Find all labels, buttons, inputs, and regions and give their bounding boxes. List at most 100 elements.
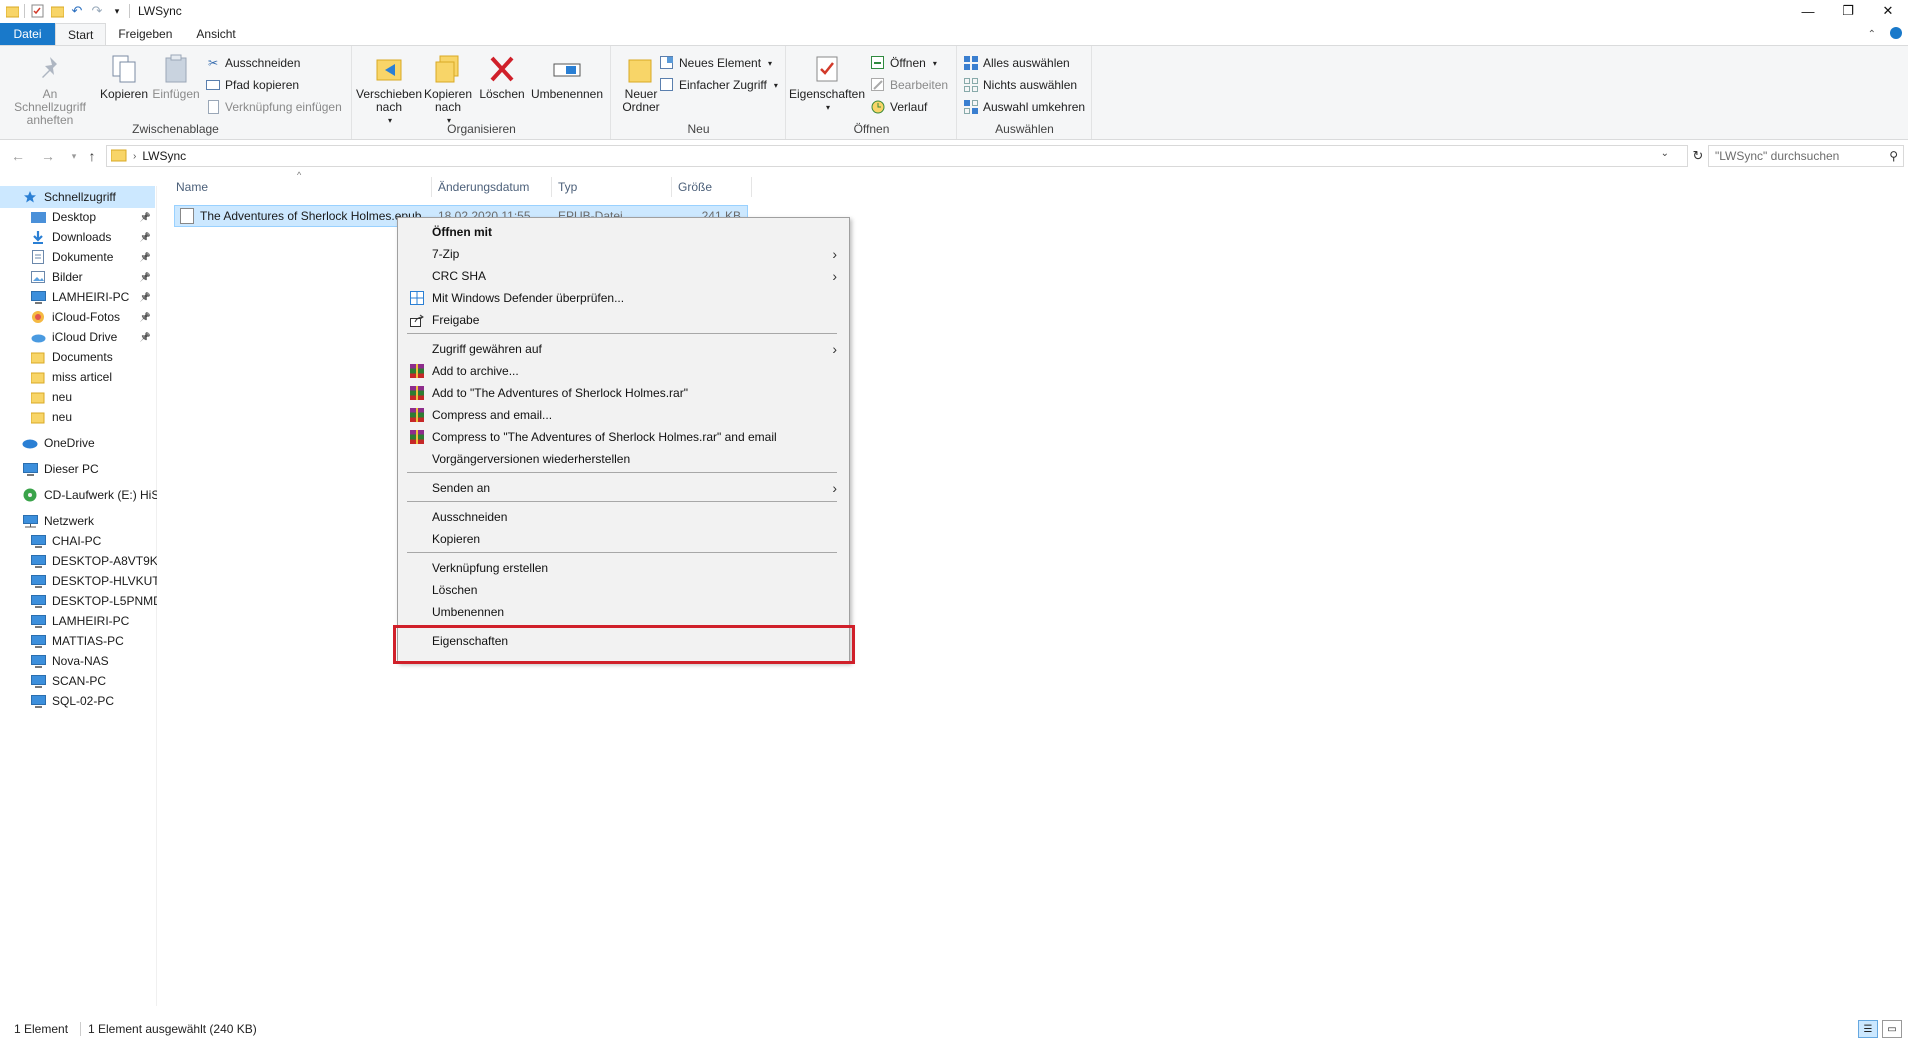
move-to-button[interactable]: Verschieben nach ▾: [356, 52, 422, 127]
pin-icon[interactable]: 📌: [140, 292, 151, 303]
nav-item[interactable]: Downloads 📌: [0, 226, 157, 248]
help-icon[interactable]: [1890, 26, 1902, 42]
address-history-chevron-icon[interactable]: ⌄: [1661, 148, 1669, 159]
redo-icon[interactable]: ↷: [89, 3, 105, 19]
new-folder-icon[interactable]: [49, 3, 65, 19]
paste-shortcut-button[interactable]: Verknüpfung einfügen: [206, 98, 342, 116]
new-folder-button[interactable]: Neuer Ordner: [616, 52, 666, 114]
nav-item[interactable]: DESKTOP-L5PNMD(: [0, 590, 157, 612]
history-button[interactable]: Verlauf: [871, 98, 927, 116]
menu-item-compress-to-the-adventures-of-sherlock-h[interactable]: Compress to "The Adventures of Sherlock …: [399, 426, 849, 448]
nav-item[interactable]: DESKTOP-HLVKUTD: [0, 570, 157, 592]
column-header-date[interactable]: Änderungsdatum: [432, 177, 552, 197]
nav-item[interactable]: Bilder 📌: [0, 266, 157, 288]
column-header-size[interactable]: Größe: [672, 177, 752, 197]
menu-item-crc-sha[interactable]: CRC SHA ›: [399, 265, 849, 287]
paste-button[interactable]: Einfügen: [150, 52, 202, 101]
menu-item-7-zip[interactable]: 7-Zip ›: [399, 243, 849, 265]
open-button[interactable]: Öffnen ▾: [871, 54, 937, 72]
pin-quick-access-button[interactable]: An Schnellzugriff anheften: [6, 52, 94, 127]
nav-item[interactable]: LAMHEIRI-PC 📌: [0, 286, 157, 308]
nav-item[interactable]: Schnellzugriff: [0, 186, 155, 208]
copy-path-button[interactable]: Pfad kopieren: [206, 76, 299, 94]
nav-item[interactable]: Nova-NAS: [0, 650, 157, 672]
select-all-button[interactable]: Alles auswählen: [964, 54, 1070, 72]
breadcrumb-lwsync[interactable]: LWSync: [142, 149, 186, 163]
menu-item-öffnen-mit[interactable]: Öffnen mit: [399, 221, 849, 243]
tab-share[interactable]: Freigeben: [106, 23, 184, 45]
nav-item[interactable]: Dieser PC: [0, 458, 157, 480]
menu-item-zugriff-gewähren-auf[interactable]: Zugriff gewähren auf ›: [399, 338, 849, 360]
nav-item[interactable]: Dokumente 📌: [0, 246, 157, 268]
rename-button[interactable]: Umbenennen: [527, 52, 607, 101]
undo-icon[interactable]: ↶: [69, 3, 85, 19]
menu-item-freigabe[interactable]: Freigabe: [399, 309, 849, 331]
details-view-icon[interactable]: ☰: [1858, 1020, 1878, 1038]
nav-item-label: Nova-NAS: [52, 654, 109, 668]
nav-item[interactable]: DESKTOP-A8VT9K9: [0, 550, 157, 572]
breadcrumb-separator-icon[interactable]: ›: [133, 151, 136, 162]
nav-item[interactable]: LAMHEIRI-PC: [0, 610, 157, 632]
address-bar[interactable]: › LWSync ⌄: [106, 145, 1688, 167]
column-header-name[interactable]: Name: [170, 177, 432, 197]
nav-item[interactable]: SQL-02-PC: [0, 690, 157, 712]
up-arrow-icon[interactable]: ↑: [80, 144, 104, 168]
pin-icon[interactable]: 📌: [140, 252, 151, 263]
menu-item-add-to-archive[interactable]: Add to archive...: [399, 360, 849, 382]
easy-access-button[interactable]: Einfacher Zugriff ▾: [660, 76, 778, 94]
nav-item[interactable]: Netzwerk: [0, 510, 157, 532]
nav-item[interactable]: Documents: [0, 346, 157, 368]
edit-button[interactable]: Bearbeiten: [871, 76, 948, 94]
nav-item[interactable]: neu: [0, 386, 157, 408]
tab-start[interactable]: Start: [55, 23, 107, 45]
nav-item[interactable]: iCloud Drive 📌: [0, 326, 157, 348]
cut-button[interactable]: ✂ Ausschneiden: [206, 54, 300, 72]
collapse-ribbon-icon[interactable]: ⌃: [1868, 29, 1876, 40]
search-input[interactable]: "LWSync" durchsuchen ⚲: [1708, 145, 1904, 167]
minimize-button[interactable]: —: [1786, 0, 1830, 22]
pin-icon[interactable]: 📌: [140, 232, 151, 243]
refresh-icon[interactable]: ↻: [1688, 146, 1708, 166]
pin-icon[interactable]: 📌: [140, 212, 151, 223]
menu-item-ausschneiden[interactable]: Ausschneiden: [399, 506, 849, 528]
pin-icon[interactable]: 📌: [140, 272, 151, 283]
nav-item[interactable]: miss articel: [0, 366, 157, 388]
nav-item[interactable]: neu: [0, 406, 157, 428]
menu-item-verknüpfung-erstellen[interactable]: Verknüpfung erstellen: [399, 557, 849, 579]
nav-item[interactable]: SCAN-PC: [0, 670, 157, 692]
nav-item[interactable]: OneDrive: [0, 432, 157, 454]
pin-icon[interactable]: 📌: [140, 312, 151, 323]
invert-selection-button[interactable]: Auswahl umkehren: [964, 98, 1085, 116]
customize-toolbar-chevron-icon[interactable]: ▾: [109, 3, 125, 19]
properties-button[interactable]: Eigenschaften ▾: [789, 52, 865, 114]
tab-view[interactable]: Ansicht: [184, 23, 247, 45]
nav-item[interactable]: iCloud-Fotos 📌: [0, 306, 157, 328]
menu-item-mit-windows-defender-überprüfen[interactable]: Mit Windows Defender überprüfen...: [399, 287, 849, 309]
tab-file[interactable]: Datei: [0, 23, 55, 45]
copy-button[interactable]: Kopieren: [98, 52, 150, 101]
copy-to-button[interactable]: Kopieren nach ▾: [421, 52, 475, 127]
menu-item-vorgängerversionen-wiederherstellen[interactable]: Vorgängerversionen wiederherstellen: [399, 448, 849, 470]
new-item-button[interactable]: Neues Element ▾: [660, 54, 772, 72]
maximize-button[interactable]: ❐: [1826, 0, 1870, 22]
nav-item[interactable]: Desktop 📌: [0, 206, 157, 228]
select-none-button[interactable]: Nichts auswählen: [964, 76, 1077, 94]
menu-item-kopieren[interactable]: Kopieren: [399, 528, 849, 550]
pin-icon[interactable]: 📌: [140, 332, 151, 343]
nav-item-label: DESKTOP-HLVKUTD: [52, 574, 157, 588]
delete-button[interactable]: Löschen: [477, 52, 527, 101]
nav-item[interactable]: CHAI-PC: [0, 530, 157, 552]
nav-item[interactable]: CD-Laufwerk (E:) HiS: [0, 484, 157, 506]
menu-item-add-to-the-adventures-of-sherlock-holmes[interactable]: Add to "The Adventures of Sherlock Holme…: [399, 382, 849, 404]
close-button[interactable]: ✕: [1866, 0, 1908, 22]
menu-item-compress-and-email[interactable]: Compress and email...: [399, 404, 849, 426]
large-icons-view-icon[interactable]: ▭: [1882, 1020, 1902, 1038]
nav-item[interactable]: MATTIAS-PC: [0, 630, 157, 652]
menu-item-löschen[interactable]: Löschen: [399, 579, 849, 601]
properties-icon[interactable]: [29, 3, 45, 19]
back-arrow-icon[interactable]: ←: [6, 144, 30, 168]
menu-item-senden-an[interactable]: Senden an ›: [399, 477, 849, 499]
column-header-type[interactable]: Typ: [552, 177, 672, 197]
menu-item-umbenennen[interactable]: Umbenennen: [399, 601, 849, 623]
forward-arrow-icon[interactable]: →: [36, 144, 60, 168]
